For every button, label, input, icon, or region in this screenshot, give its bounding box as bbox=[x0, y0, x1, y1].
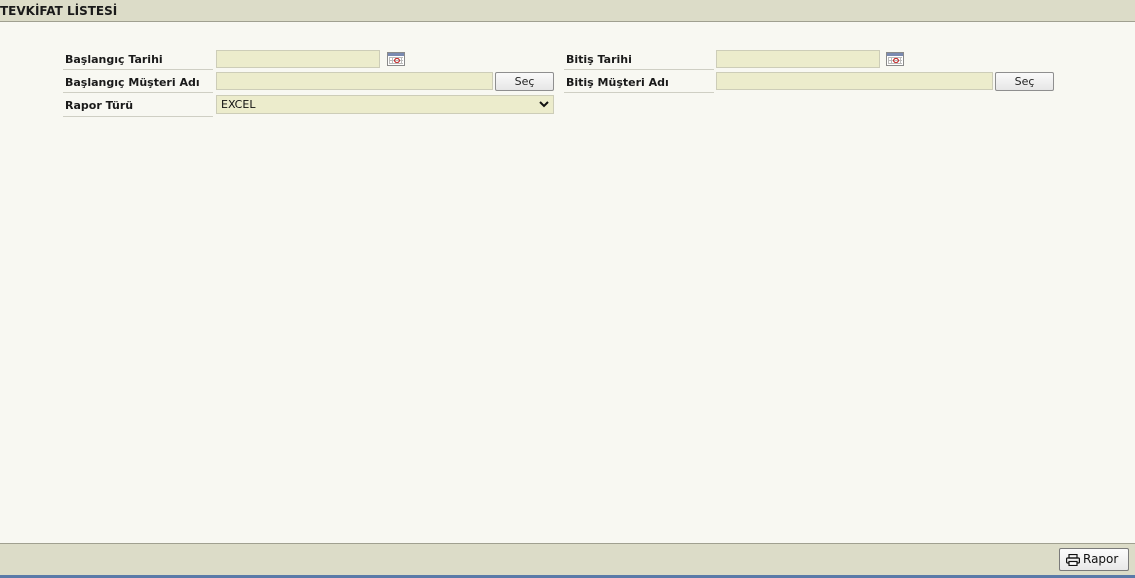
report-type-select[interactable]: EXCEL bbox=[216, 95, 554, 114]
report-page: TEVKİFAT LİSTESİ Başlangıç Tarihi Bitiş … bbox=[0, 0, 1135, 578]
chevron-down-icon bbox=[539, 96, 549, 118]
footer-bar bbox=[0, 543, 1135, 575]
end-date-label: Bitiş Tarihi bbox=[566, 53, 632, 66]
start-customer-label: Başlangıç Müşteri Adı bbox=[65, 76, 200, 89]
title-bar: TEVKİFAT LİSTESİ bbox=[0, 0, 1135, 22]
start-date-input[interactable] bbox=[216, 50, 380, 68]
divider bbox=[63, 69, 213, 70]
report-button-label: Rapor bbox=[1083, 552, 1119, 566]
divider bbox=[564, 69, 714, 70]
end-customer-select-button[interactable]: Seç bbox=[995, 72, 1054, 91]
start-customer-select-button[interactable]: Seç bbox=[495, 72, 554, 91]
start-customer-input[interactable] bbox=[216, 72, 493, 90]
calendar-icon[interactable] bbox=[387, 52, 405, 66]
calendar-icon[interactable] bbox=[886, 52, 904, 66]
divider bbox=[63, 92, 213, 93]
divider bbox=[63, 116, 213, 117]
report-type-label: Rapor Türü bbox=[65, 99, 134, 112]
page-title: TEVKİFAT LİSTESİ bbox=[0, 4, 118, 18]
report-button[interactable]: Rapor bbox=[1059, 548, 1129, 571]
end-customer-label: Bitiş Müşteri Adı bbox=[566, 76, 669, 89]
divider bbox=[564, 92, 714, 93]
end-date-input[interactable] bbox=[716, 50, 880, 68]
start-date-label: Başlangıç Tarihi bbox=[65, 53, 163, 66]
printer-icon bbox=[1066, 554, 1080, 566]
end-customer-input[interactable] bbox=[716, 72, 993, 90]
report-type-value: EXCEL bbox=[221, 98, 256, 111]
